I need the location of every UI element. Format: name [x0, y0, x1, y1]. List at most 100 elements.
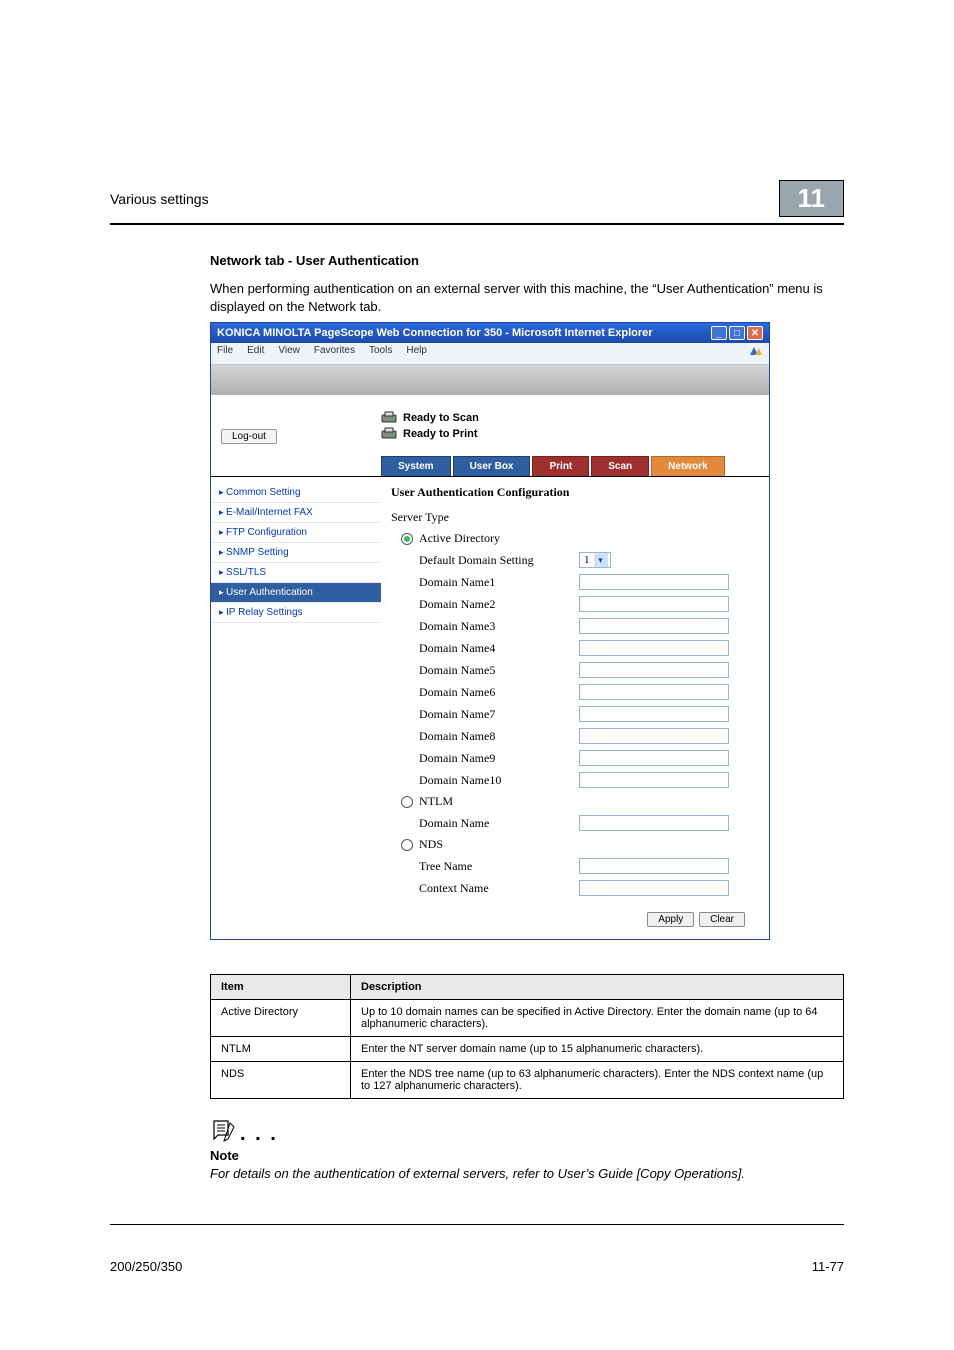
apply-button[interactable]: Apply [647, 912, 694, 927]
minimize-button[interactable]: _ [711, 326, 727, 340]
footer-rule [110, 1224, 844, 1225]
radio-icon [401, 839, 413, 851]
scan-status: Ready to Scan [403, 412, 479, 424]
printer-status-icon [381, 427, 397, 441]
nds-tree-input[interactable] [579, 858, 729, 874]
footer-page: 11-77 [812, 1259, 844, 1274]
radio-icon [401, 796, 413, 808]
table-row: Active Directory Up to 10 domain names c… [211, 1000, 844, 1037]
cell-desc: Up to 10 domain names can be specified i… [351, 1000, 844, 1037]
scanner-status-icon [381, 411, 397, 425]
domain1-input[interactable] [579, 574, 729, 590]
clear-button[interactable]: Clear [699, 912, 745, 927]
radio-ntlm[interactable]: NTLM [401, 794, 753, 809]
cell-desc: Enter the NDS tree name (up to 63 alphan… [351, 1062, 844, 1099]
note-heading: Note [210, 1148, 844, 1163]
menu-help[interactable]: Help [406, 345, 427, 362]
nds-context-label: Context Name [419, 881, 579, 896]
domain9-input[interactable] [579, 750, 729, 766]
description-table: Item Description Active Directory Up to … [210, 974, 844, 1099]
radio-ad-label: Active Directory [419, 531, 500, 546]
default-domain-value: 1 [584, 554, 590, 566]
intro-paragraph: When performing authentication on an ext… [210, 280, 844, 316]
note-icon [210, 1117, 236, 1146]
note-text: For details on the authentication of ext… [210, 1165, 844, 1183]
browser-window: KONICA MINOLTA PageScope Web Connection … [210, 322, 770, 940]
domain3-label: Domain Name3 [419, 619, 579, 634]
sidebar-item-iprelay[interactable]: IP Relay Settings [211, 603, 381, 623]
domain7-input[interactable] [579, 706, 729, 722]
domain2-label: Domain Name2 [419, 597, 579, 612]
menu-favorites[interactable]: Favorites [314, 345, 355, 362]
ntlm-domain-input[interactable] [579, 815, 729, 831]
sidebar-item-snmp[interactable]: SNMP Setting [211, 543, 381, 563]
domain7-label: Domain Name7 [419, 707, 579, 722]
nds-context-input[interactable] [579, 880, 729, 896]
domain6-label: Domain Name6 [419, 685, 579, 700]
domain6-input[interactable] [579, 684, 729, 700]
domain10-input[interactable] [579, 772, 729, 788]
print-status: Ready to Print [403, 428, 478, 440]
cell-desc: Enter the NT server domain name (up to 1… [351, 1037, 844, 1062]
tab-system[interactable]: System [381, 456, 451, 476]
form-title: User Authentication Configuration [391, 485, 753, 500]
radio-ntlm-label: NTLM [419, 794, 453, 809]
menubar: File Edit View Favorites Tools Help [211, 343, 769, 365]
menu-file[interactable]: File [217, 345, 233, 362]
tab-network[interactable]: Network [651, 456, 724, 476]
server-type-label: Server Type [391, 510, 753, 525]
default-domain-select[interactable]: 1 ▾ [579, 552, 611, 568]
chevron-down-icon: ▾ [594, 553, 608, 567]
table-row: NTLM Enter the NT server domain name (up… [211, 1037, 844, 1062]
sidebar-item-common[interactable]: Common Setting [211, 483, 381, 503]
close-button[interactable]: ✕ [747, 326, 763, 340]
tab-print[interactable]: Print [532, 456, 589, 476]
sidebar-item-userauth[interactable]: User Authentication [211, 583, 381, 603]
radio-nds-label: NDS [419, 837, 443, 852]
domain8-input[interactable] [579, 728, 729, 744]
footer-model: 200/250/350 [110, 1259, 182, 1274]
page-heading: Network tab - User Authentication [210, 253, 844, 268]
menu-tools[interactable]: Tools [369, 345, 392, 362]
radio-icon [401, 533, 413, 545]
nds-tree-label: Tree Name [419, 859, 579, 874]
logout-button[interactable]: Log-out [221, 429, 277, 444]
domain3-input[interactable] [579, 618, 729, 634]
menu-edit[interactable]: Edit [247, 345, 264, 362]
menu-view[interactable]: View [278, 345, 300, 362]
sidebar-item-ftp[interactable]: FTP Configuration [211, 523, 381, 543]
form-panel: User Authentication Configuration Server… [381, 477, 769, 906]
domain4-input[interactable] [579, 640, 729, 656]
ntlm-domain-label: Domain Name [419, 816, 579, 831]
domain4-label: Domain Name4 [419, 641, 579, 656]
cell-item: NTLM [211, 1037, 351, 1062]
cell-item: NDS [211, 1062, 351, 1099]
domain1-label: Domain Name1 [419, 575, 579, 590]
domain2-input[interactable] [579, 596, 729, 612]
window-title: KONICA MINOLTA PageScope Web Connection … [217, 327, 653, 339]
domain5-input[interactable] [579, 662, 729, 678]
app-banner [211, 365, 769, 395]
maximize-button[interactable]: □ [729, 326, 745, 340]
domain8-label: Domain Name8 [419, 729, 579, 744]
window-titlebar: KONICA MINOLTA PageScope Web Connection … [211, 323, 769, 343]
tab-bar: System User Box Print Scan Network [381, 456, 769, 476]
default-domain-label: Default Domain Setting [419, 553, 579, 568]
sidebar-item-email[interactable]: E-Mail/Internet FAX [211, 503, 381, 523]
radio-active-directory[interactable]: Active Directory [401, 531, 753, 546]
domain10-label: Domain Name10 [419, 773, 579, 788]
table-row: NDS Enter the NDS tree name (up to 63 al… [211, 1062, 844, 1099]
tab-userbox[interactable]: User Box [453, 456, 531, 476]
header-rule [110, 223, 844, 225]
note-dots: . . . [240, 1123, 278, 1146]
radio-nds[interactable]: NDS [401, 837, 753, 852]
tab-scan[interactable]: Scan [591, 456, 649, 476]
window-controls: _ □ ✕ [711, 326, 763, 340]
th-description: Description [351, 975, 844, 1000]
cell-item: Active Directory [211, 1000, 351, 1037]
sidebar-item-ssl[interactable]: SSL/TLS [211, 563, 381, 583]
chapter-number: 11 [779, 180, 845, 217]
sidebar: Common Setting E-Mail/Internet FAX FTP C… [211, 477, 381, 906]
section-title: Various settings [110, 191, 209, 207]
ie-logo-icon [749, 345, 763, 362]
